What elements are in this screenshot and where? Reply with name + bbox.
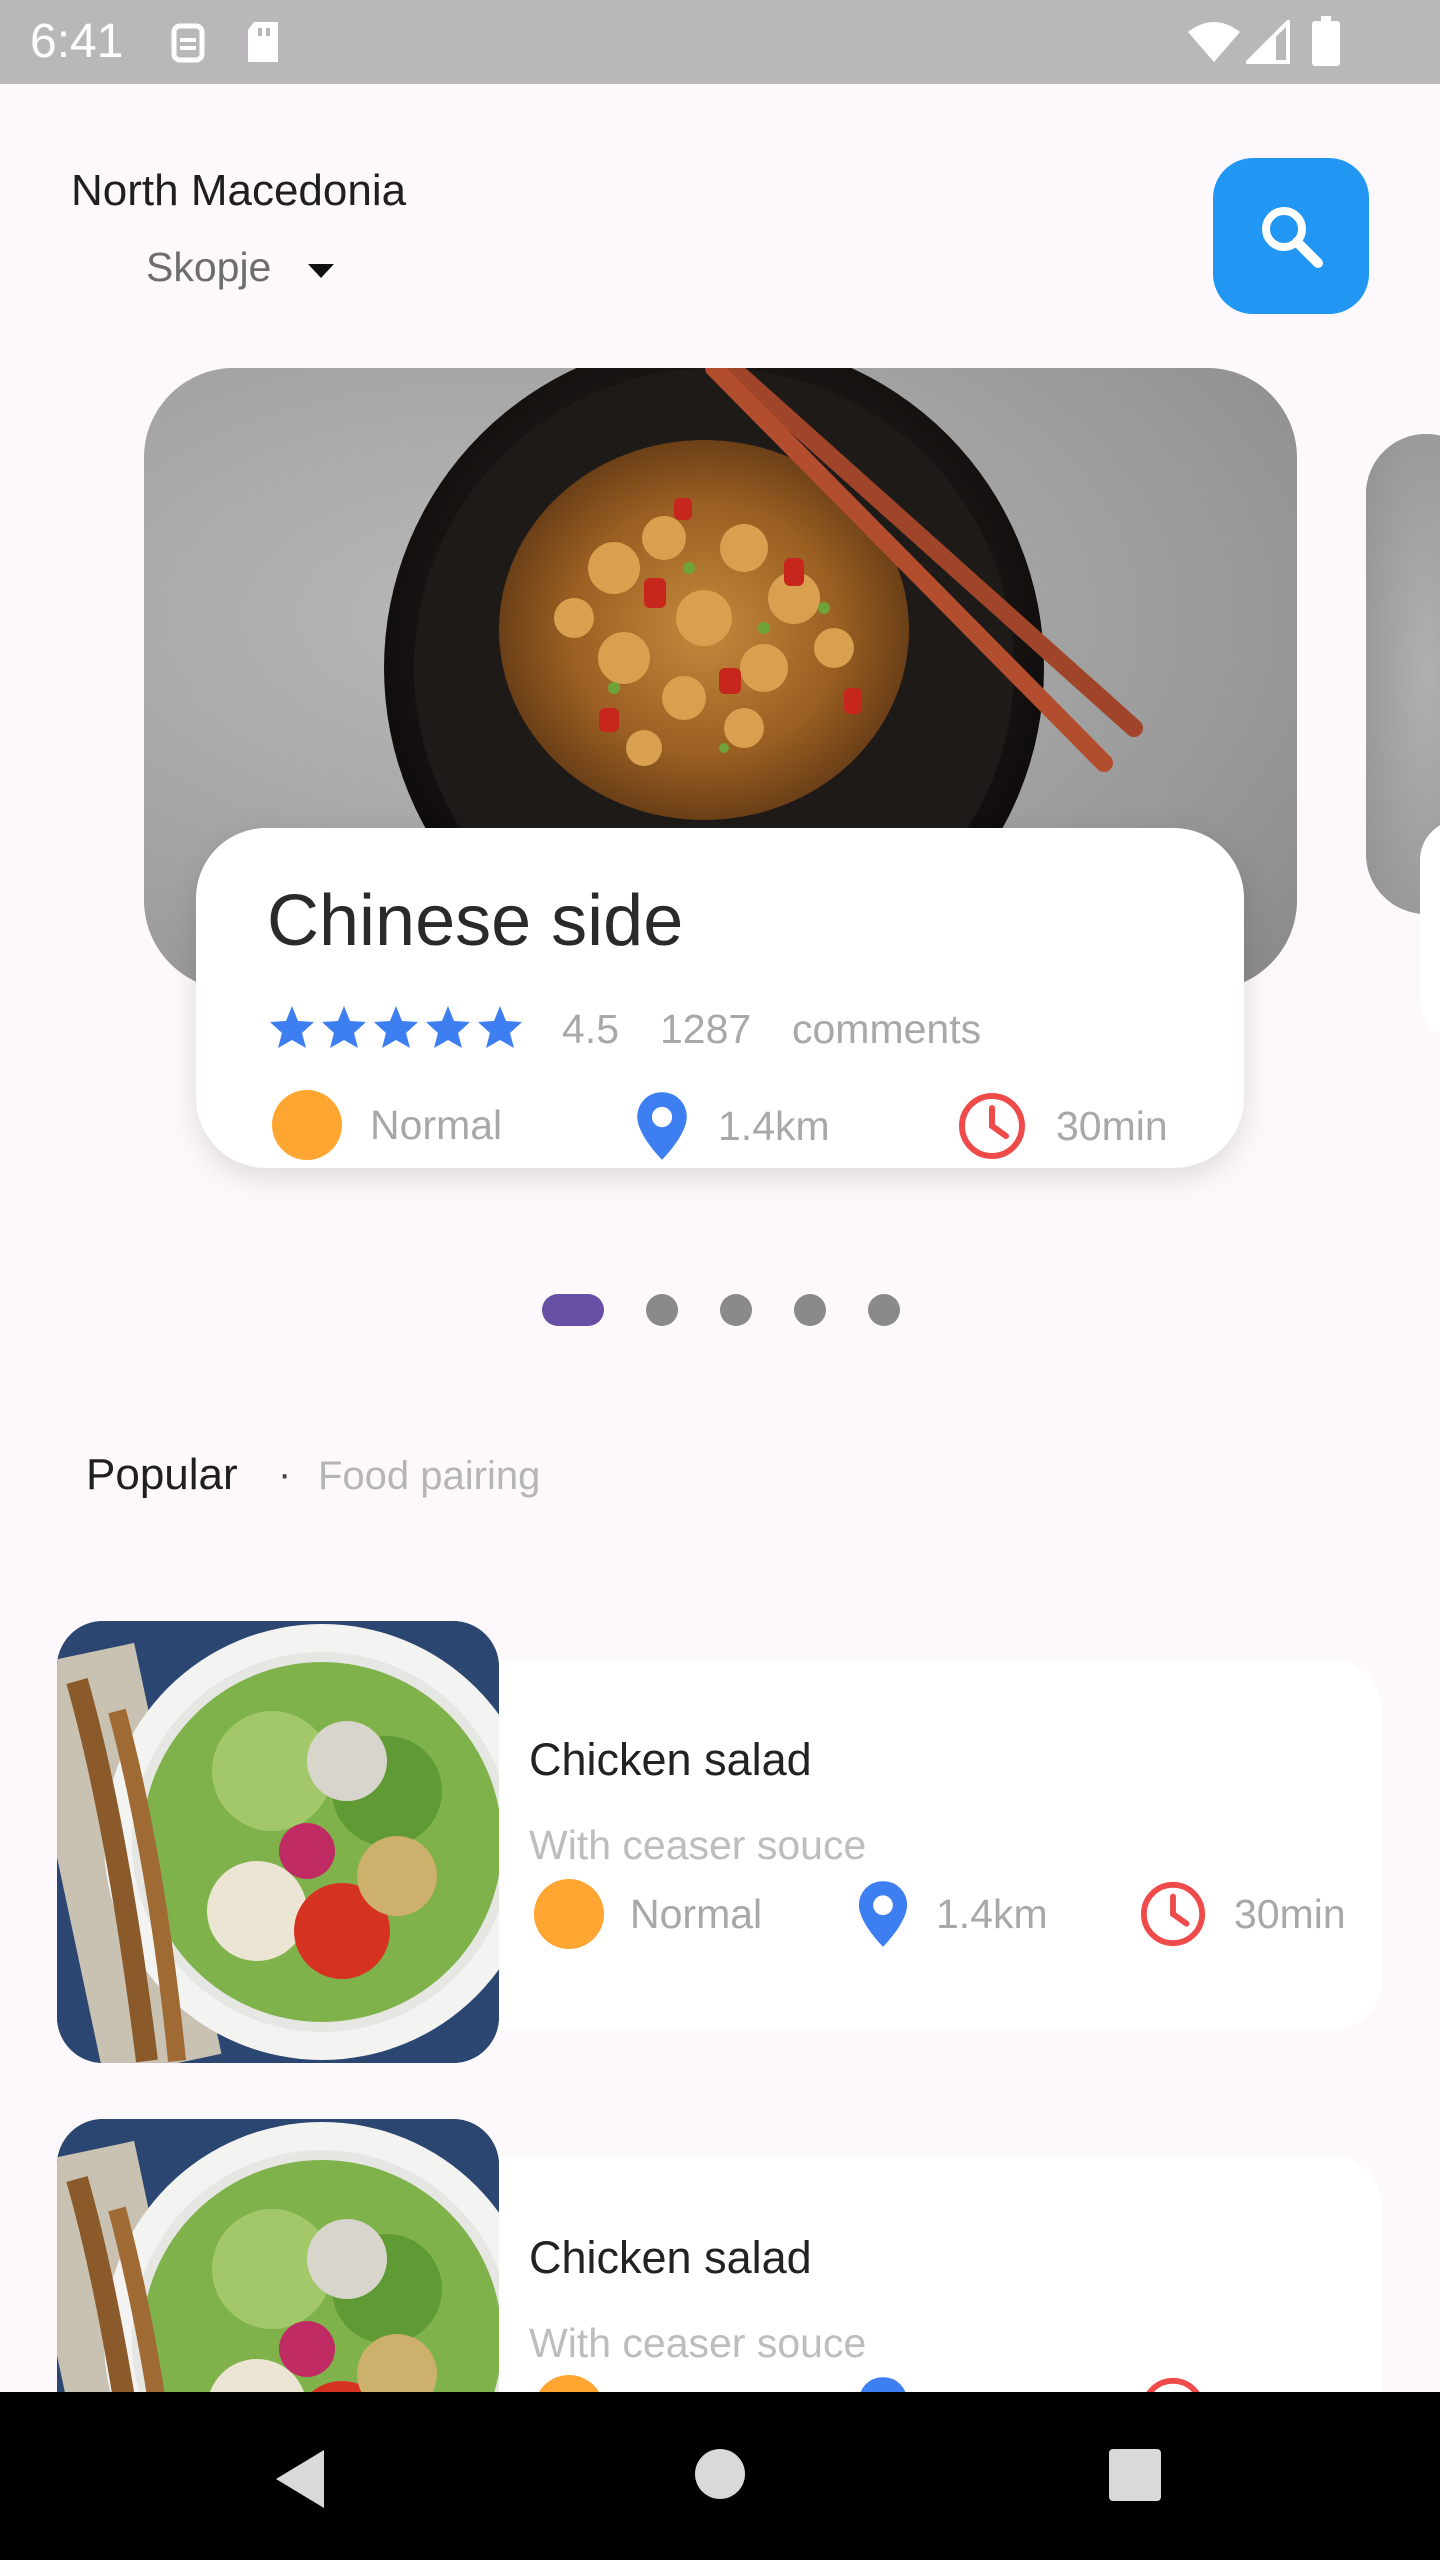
search-button[interactable] xyxy=(1213,158,1369,314)
star-icon xyxy=(478,1006,522,1048)
difficulty-dot-icon xyxy=(534,1879,604,1949)
featured-title: Chinese side xyxy=(267,881,684,961)
distance-label: 1.4km xyxy=(936,1890,1048,1937)
duration-label: 30min xyxy=(1234,1890,1346,1937)
tab-food-pairing[interactable]: Food pairing xyxy=(318,1454,540,1499)
sd-card-icon xyxy=(248,22,278,62)
duration-meta: 30min xyxy=(1138,1879,1346,1949)
search-icon xyxy=(1262,207,1323,268)
dish-thumbnail[interactable] xyxy=(57,1621,499,2063)
page-indicator-dot[interactable] xyxy=(794,1294,826,1326)
city-selector[interactable]: Skopje xyxy=(146,244,271,291)
star-icon xyxy=(322,1006,366,1048)
status-bar: 6:41 xyxy=(0,0,1440,84)
home-icon[interactable] xyxy=(694,2448,746,2500)
recents-icon[interactable] xyxy=(1108,2448,1162,2502)
location-pin-icon xyxy=(637,1092,687,1160)
carousel-page-indicator[interactable] xyxy=(542,1294,900,1326)
star-icon xyxy=(426,1006,470,1048)
duration-meta: 30min xyxy=(956,1090,1168,1162)
duration-label: 30min xyxy=(1056,1102,1168,1149)
distance-meta: 1.4km xyxy=(634,1090,830,1162)
ratings-count: 1287 xyxy=(660,1006,752,1052)
item-subtitle: With ceaser souce xyxy=(529,2320,867,2366)
star-rating xyxy=(268,1004,524,1050)
item-title: Chicken salad xyxy=(529,2232,812,2283)
page-indicator-dot[interactable] xyxy=(646,1294,678,1326)
difficulty-label: Normal xyxy=(370,1101,503,1148)
status-time: 6:41 xyxy=(30,15,124,68)
star-icon xyxy=(270,1006,314,1048)
difficulty-meta: Normal xyxy=(534,1879,762,1949)
item-subtitle: With ceaser souce xyxy=(529,1822,867,1868)
caret-down-icon[interactable] xyxy=(306,262,336,280)
clock-icon xyxy=(1140,1881,1206,1947)
distance-meta: 1.4km xyxy=(856,1879,1048,1949)
page-indicator-active[interactable] xyxy=(542,1294,604,1326)
page-indicator-dot[interactable] xyxy=(868,1294,900,1326)
next-info-card xyxy=(1420,820,1440,1040)
country-label: North Macedonia xyxy=(71,166,407,215)
location-pin-icon xyxy=(858,1881,908,1947)
wifi-icon xyxy=(1188,22,1240,62)
section-separator: · xyxy=(278,1452,292,1496)
tab-popular[interactable]: Popular xyxy=(86,1450,238,1500)
back-icon[interactable] xyxy=(272,2448,328,2510)
difficulty-label: Normal xyxy=(630,1890,763,1937)
item-title: Chicken salad xyxy=(529,1734,812,1785)
difficulty-meta: Normal xyxy=(272,1090,502,1160)
page-indicator-dot[interactable] xyxy=(720,1294,752,1326)
rating-value: 4.5 xyxy=(562,1006,619,1052)
comments-label: comments xyxy=(792,1006,982,1052)
star-icon xyxy=(374,1006,418,1048)
featured-info-card[interactable]: Chinese side 4.5 1287 comments Normal 1.… xyxy=(196,828,1244,1168)
system-nav-bar xyxy=(0,2392,1440,2560)
distance-label: 1.4km xyxy=(718,1102,830,1149)
clock-icon xyxy=(959,1093,1025,1159)
sim-icon xyxy=(171,23,205,63)
signal-icon xyxy=(1246,20,1290,64)
difficulty-dot-icon xyxy=(272,1090,342,1160)
battery-icon xyxy=(1312,16,1340,66)
